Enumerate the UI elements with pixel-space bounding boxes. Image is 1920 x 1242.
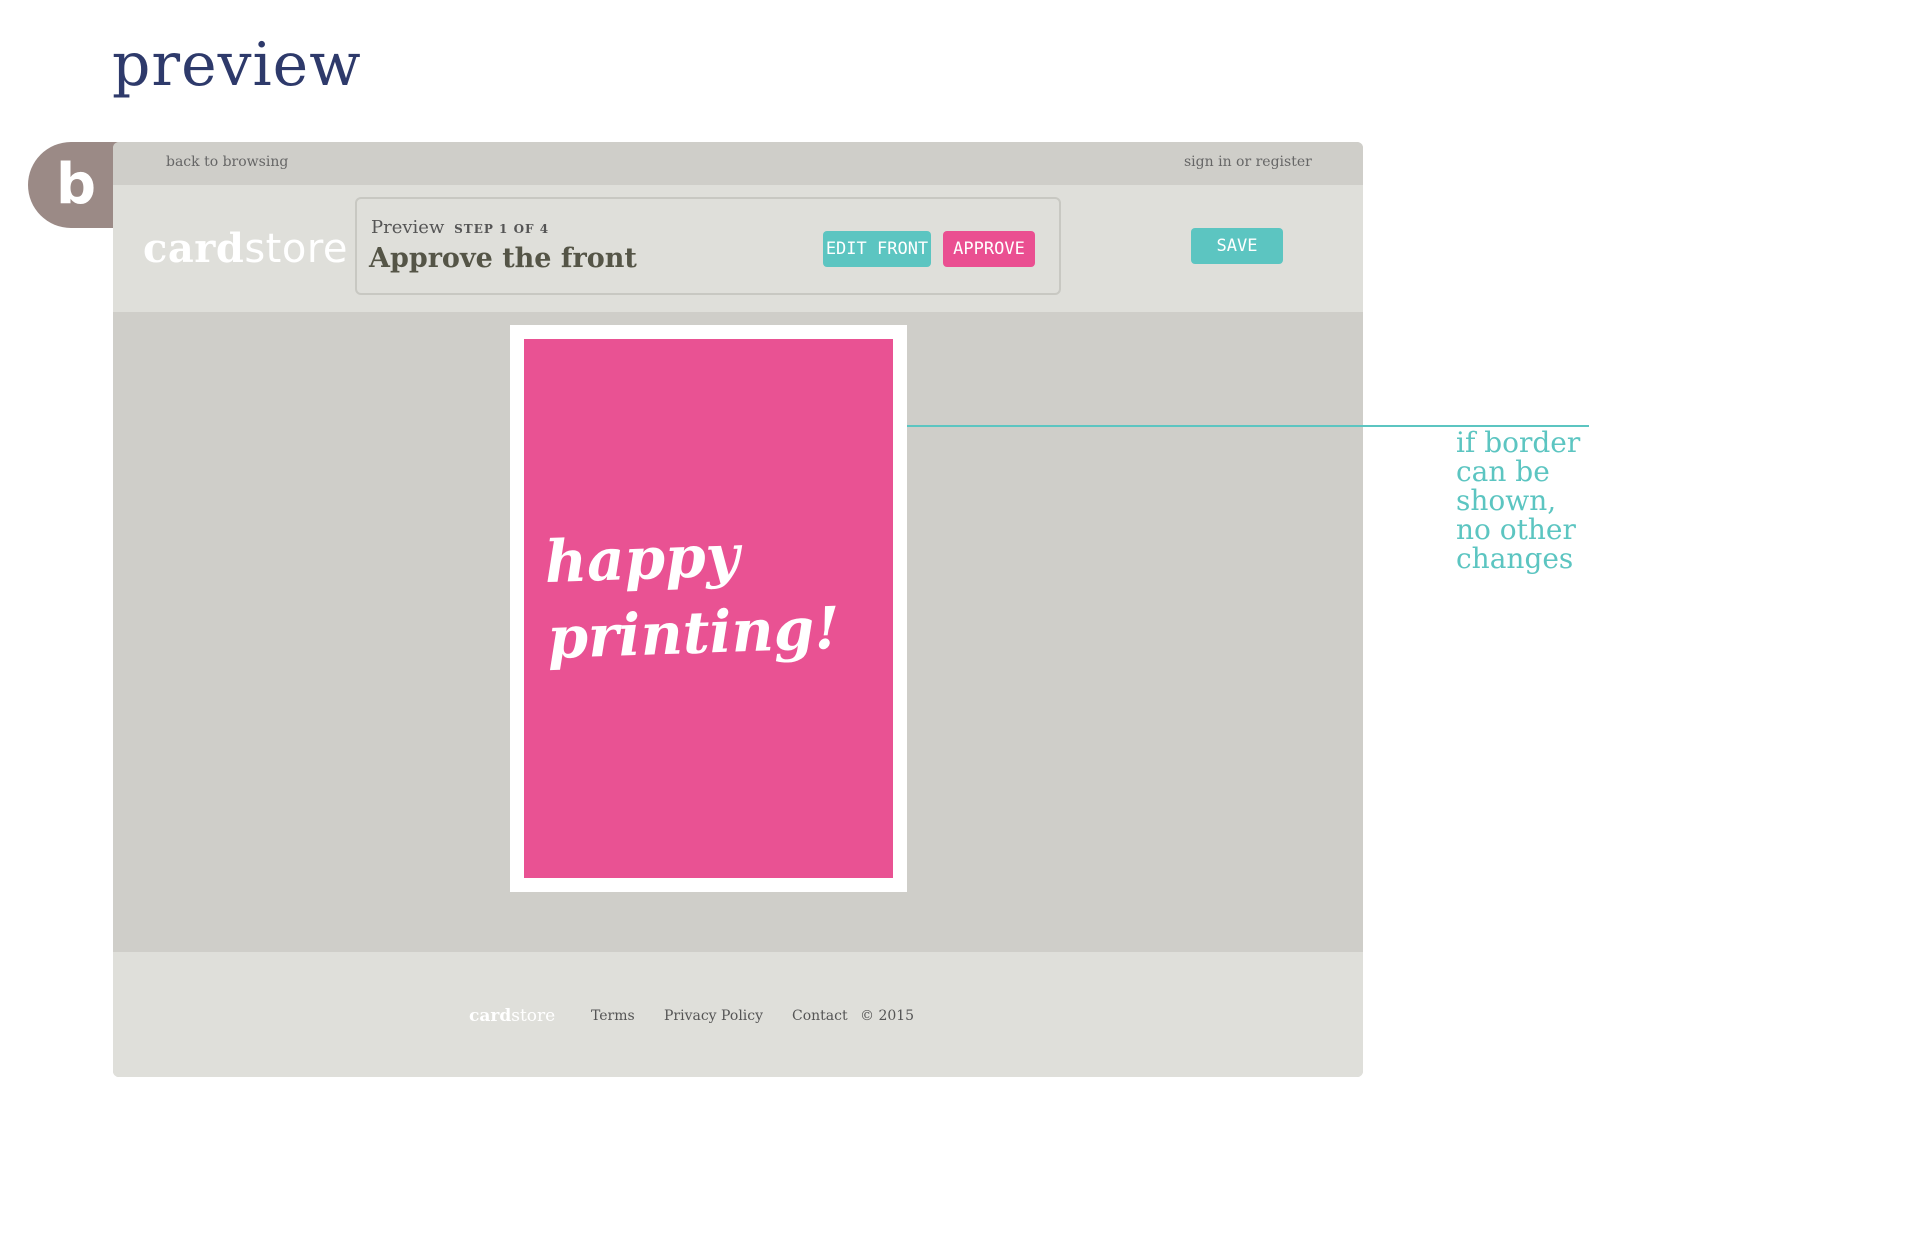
annotation-line-3: shown, xyxy=(1456,484,1557,517)
approve-button[interactable]: APPROVE xyxy=(943,231,1035,267)
step-panel: Preview STEP 1 OF 4 Approve the front ED… xyxy=(355,197,1061,295)
annotation-line-1: if border xyxy=(1456,426,1581,459)
browser-mockup: back to browsing sign in or register car… xyxy=(113,142,1363,1077)
card-greeting: happy printing! xyxy=(543,514,841,676)
save-button[interactable]: SAVE xyxy=(1191,228,1283,264)
footer: cardstore Terms Privacy Policy Contact ©… xyxy=(113,952,1363,1077)
footer-privacy-link[interactable]: Privacy Policy xyxy=(664,1008,763,1024)
card-line-2: printing! xyxy=(546,593,841,673)
edit-front-button[interactable]: EDIT FRONT xyxy=(823,231,931,267)
footer-contact-link[interactable]: Contact xyxy=(792,1008,848,1024)
footer-copyright: © 2015 xyxy=(860,1008,915,1024)
preview-area: happy printing! xyxy=(113,312,1363,952)
footer-logo[interactable]: cardstore xyxy=(469,1006,555,1026)
page-title: preview xyxy=(112,30,362,100)
back-to-browsing-link[interactable]: back to browsing xyxy=(166,154,288,170)
logo-light: store xyxy=(244,226,348,272)
step-title: Approve the front xyxy=(369,243,637,274)
header: cardstore Preview STEP 1 OF 4 Approve th… xyxy=(113,185,1363,312)
cardstore-logo[interactable]: cardstore xyxy=(143,225,348,272)
step-label: Preview xyxy=(371,217,445,238)
sign-in-link[interactable]: sign in or register xyxy=(1184,154,1312,170)
step-heading: Preview STEP 1 OF 4 xyxy=(371,217,549,238)
annotation-line-2: can be xyxy=(1456,455,1550,488)
logo-bold: card xyxy=(143,225,245,272)
card-border: happy printing! xyxy=(510,325,907,892)
footer-logo-bold: card xyxy=(469,1006,512,1026)
footer-logo-light: store xyxy=(511,1006,556,1026)
card-front: happy printing! xyxy=(524,339,893,878)
footer-terms-link[interactable]: Terms xyxy=(591,1008,635,1024)
step-counter: STEP 1 OF 4 xyxy=(454,222,550,236)
card-line-1: happy xyxy=(543,521,741,597)
annotation-line-4: no other xyxy=(1456,513,1576,546)
top-bar: back to browsing sign in or register xyxy=(113,142,1363,185)
annotation-line-5: changes xyxy=(1456,542,1574,575)
annotation-note: if border can be shown, no other changes xyxy=(1456,428,1616,573)
